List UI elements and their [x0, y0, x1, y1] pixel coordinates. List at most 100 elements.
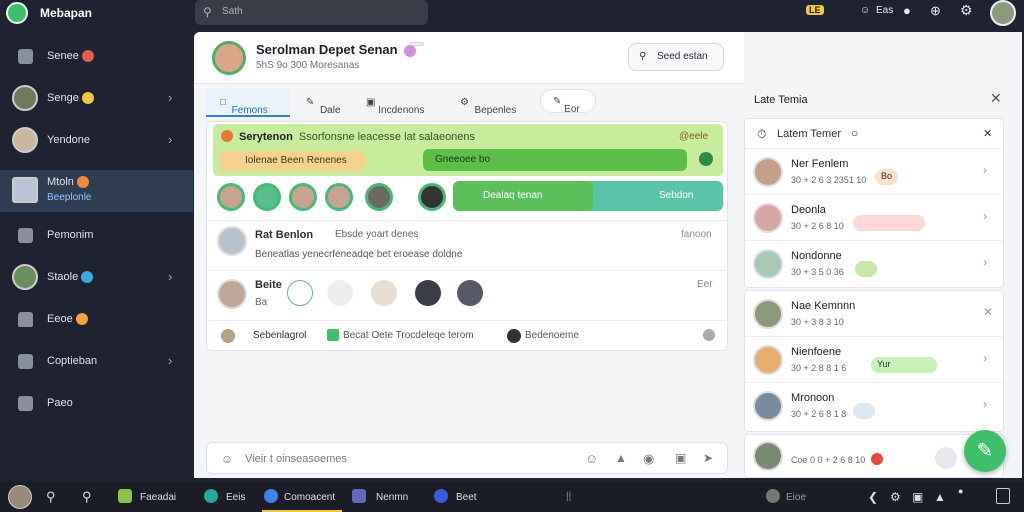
compose-fab[interactable]: ✎ [964, 430, 1006, 472]
settings-icon[interactable]: ⚙ [890, 490, 901, 504]
message-composer[interactable]: ☺ Vieir t oinseasoemes ☺ ▲ ◉ ▣ ➤ [206, 442, 728, 474]
search-icon[interactable]: ⚲ [46, 489, 56, 505]
user-avatar[interactable] [990, 0, 1016, 26]
smile-icon[interactable]: ☺ [585, 451, 598, 466]
avatar[interactable] [457, 280, 483, 306]
sidebar-item-pemonim[interactable]: Pemonim [0, 215, 193, 257]
close-icon[interactable]: ✕ [983, 127, 992, 140]
avatar[interactable] [287, 280, 313, 306]
taskbar-app[interactable]: Eioe [766, 482, 818, 512]
reaction-pill[interactable]: Yur [871, 357, 937, 373]
reaction-pill[interactable]: Bo [875, 169, 899, 185]
gear-icon[interactable]: ⚙ [960, 2, 973, 19]
sidebar-item-yendone[interactable]: Yendone › [0, 120, 193, 162]
attach-icon[interactable]: ▲ [615, 451, 627, 465]
info-icon[interactable]: ○ [851, 126, 858, 140]
avatar[interactable] [289, 183, 317, 211]
sidebar-item-paeo[interactable]: Paeo [0, 383, 193, 425]
tab-femons[interactable]: □ Femons [206, 89, 290, 117]
avatar[interactable] [8, 485, 32, 509]
emoji-icon[interactable]: ☺ [221, 452, 233, 466]
contact-meta: Coe 0 0 + 2 6 8 10 [791, 455, 866, 465]
sidebar-item-mtoln[interactable]: Mtoln Beeplonle [0, 170, 193, 212]
image-icon[interactable]: ▣ [675, 451, 686, 465]
message-row[interactable]: Beite Ba Eer [207, 270, 729, 320]
smile-icon[interactable]: ☺ [860, 5, 870, 16]
tab-bepenles[interactable]: ⚙ Bepenles [460, 89, 536, 117]
close-icon[interactable]: ✕ [983, 305, 993, 319]
arrow-left-icon[interactable]: ❮ [868, 490, 878, 504]
reaction-pill[interactable] [855, 311, 891, 327]
taskbar-app[interactable]: Nenmn [352, 482, 422, 512]
chevron-right-icon[interactable]: › [983, 351, 987, 365]
sidebar-item-eeoe[interactable]: Eeoe [0, 299, 193, 341]
top-item-label[interactable]: Eas [876, 5, 893, 16]
group-bar[interactable]: Dealaq tenan Sebdon [453, 181, 723, 211]
list-item[interactable]: Nondonne 30 + 3 5 0 36 › [745, 241, 1003, 287]
list-item[interactable]: Ner Fenlem 30 + 2 6 3 2351 10 Bo › [745, 149, 1003, 195]
avatar[interactable] [418, 183, 446, 211]
close-icon[interactable]: ✕ [990, 90, 1002, 107]
chevron-right-icon[interactable]: › [983, 209, 987, 223]
list-item[interactable]: Deonla 30 + 2 6 8 10 › [745, 195, 1003, 241]
gif-icon[interactable]: ◉ [643, 451, 654, 467]
avatar[interactable] [325, 183, 353, 211]
reaction-pill[interactable] [855, 261, 877, 277]
chevron-right-icon[interactable]: › [983, 255, 987, 269]
message-time: Eer [697, 279, 713, 290]
search-icon[interactable]: ⚲ [82, 489, 92, 505]
chevron-right-icon[interactable]: › [983, 397, 987, 411]
avatar[interactable] [371, 280, 397, 306]
tab-eor[interactable]: ✎ Eor [540, 89, 596, 115]
sidebar-item-senge[interactable]: Senge › [0, 78, 193, 120]
banner-right[interactable]: @eele [679, 131, 708, 142]
reaction-pill[interactable] [853, 215, 925, 231]
refresh-icon[interactable] [935, 447, 957, 469]
chevron-right-icon[interactable]: › [983, 163, 987, 177]
banner-progress[interactable]: Gneeoee bo [423, 149, 687, 171]
reaction-pill[interactable] [853, 403, 875, 419]
footer-a[interactable]: Sebenlagrol [253, 330, 306, 341]
global-search[interactable]: ⚲ Sath [195, 0, 428, 25]
chevron-right-icon: › [168, 353, 173, 368]
leaf-icon[interactable] [699, 152, 713, 166]
avatar[interactable] [415, 280, 441, 306]
header-pill[interactable] [410, 42, 424, 46]
avatar[interactable] [365, 183, 393, 211]
tab-incdenons[interactable]: ▣ Incdenons [366, 89, 446, 117]
top-badge[interactable]: LE [806, 5, 824, 15]
list-item[interactable]: Mronoon 30 + 2 6 8 1 8 › [745, 383, 1003, 429]
notifications-icon[interactable] [996, 488, 1010, 504]
contact-avatar[interactable] [212, 41, 246, 75]
notification-icon[interactable]: ● [903, 3, 911, 18]
app-logo[interactable] [6, 2, 28, 24]
taskbar-app[interactable]: Comoacent [262, 482, 342, 512]
group-bar-right[interactable]: Sebdon [659, 190, 693, 201]
taskbar-app[interactable]: Beet [434, 482, 490, 512]
sidebar-item-staole[interactable]: Staole › [0, 257, 193, 299]
folder-icon[interactable]: ▣ [912, 490, 923, 504]
avatar[interactable] [253, 183, 281, 211]
footer-b[interactable]: Becat Oete Trocdeleqe terom [343, 330, 474, 341]
message-row[interactable]: Rat Benlon Ebsde yoart denes fanoon Bene… [207, 220, 729, 270]
sidebar-item-coptieban[interactable]: Coptieban › [0, 341, 193, 383]
group-bar-left[interactable]: Dealaq tenan [453, 181, 593, 211]
tab-dale[interactable]: ✎ Dale [302, 89, 352, 117]
avatar[interactable] [217, 183, 245, 211]
network-icon[interactable]: ▲ [934, 490, 946, 504]
send-icon[interactable]: ➤ [703, 451, 713, 465]
avatar[interactable] [327, 280, 353, 306]
puzzle-icon [18, 354, 33, 369]
add-icon[interactable]: ⊕ [930, 3, 941, 19]
taskbar-app[interactable]: Eeis [204, 482, 256, 512]
taskbar-app[interactable]: Faeadai [118, 482, 190, 512]
more-icon[interactable] [703, 329, 715, 341]
list-item[interactable]: Nae Kemnnn 30 + 3 8 3 10 ✕ [745, 291, 1003, 337]
sidebar-item-senee[interactable]: Senee [0, 36, 193, 78]
avatar [12, 177, 38, 203]
footer-c[interactable]: Bedenoeme [525, 330, 579, 341]
banner-button[interactable]: Iolenae Been Renenes [219, 151, 365, 171]
list-item[interactable]: Nienfoene 30 + 2 8 8 1 6 Yur › [745, 337, 1003, 383]
clock-icon[interactable]: ● [958, 486, 963, 496]
header-search-button[interactable]: ⚲ Seed estan [628, 43, 724, 71]
